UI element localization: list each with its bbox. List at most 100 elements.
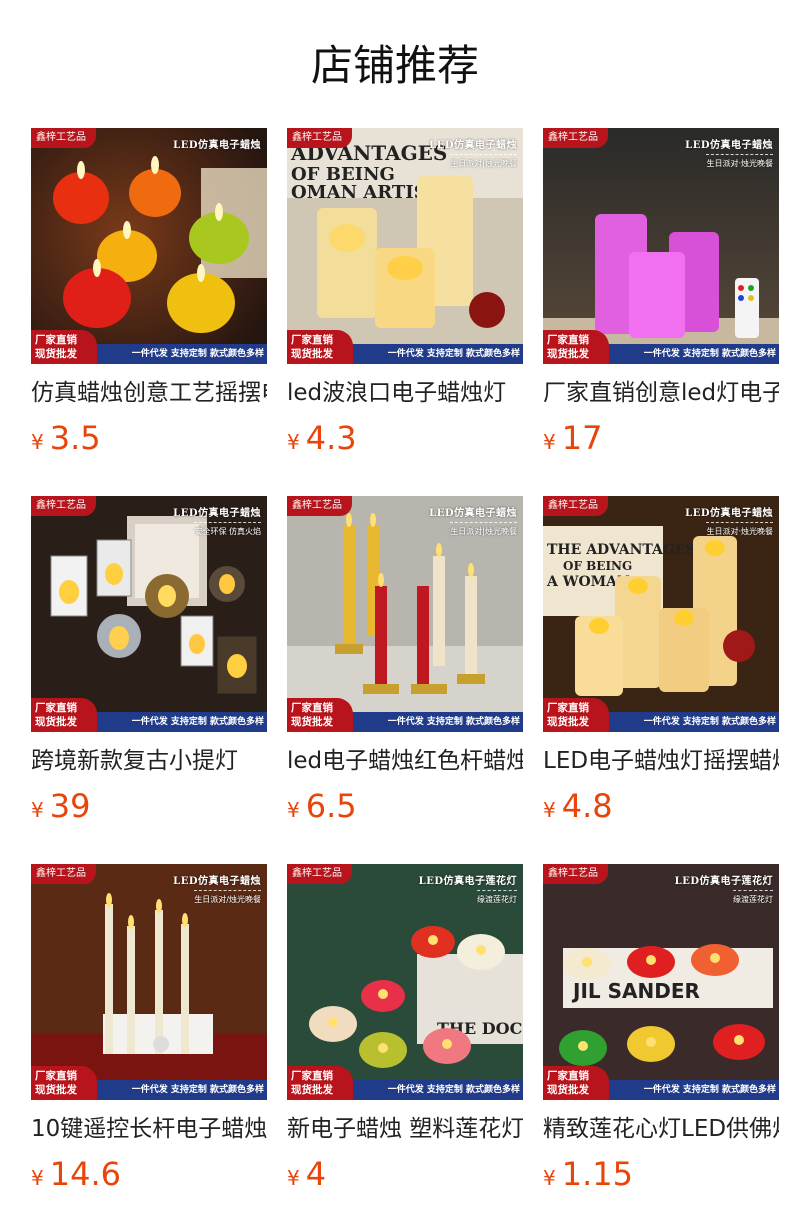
- currency-symbol: ¥: [287, 430, 300, 454]
- currency-symbol: ¥: [543, 1166, 556, 1190]
- image-banner-title: LED仿真电子莲花灯: [418, 876, 517, 887]
- product-name[interactable]: 精致莲花心灯LED供佛灯: [543, 1114, 779, 1144]
- price-value: 4: [305, 1155, 327, 1193]
- currency-symbol: ¥: [287, 1166, 300, 1190]
- svg-text:JIL SANDER: JIL SANDER: [571, 979, 700, 1003]
- image-banner-title: LED仿真电子蜡烛: [685, 508, 773, 519]
- footer-left-line1: 厂家直销: [291, 702, 333, 714]
- footer-left-line2: 现货批发: [35, 716, 77, 728]
- footer-right-banner: 一件代发 支持定制 款式颜色多样: [599, 1080, 779, 1100]
- product-image[interactable]: 鑫梓工艺品 LED仿真电子蜡烛 生日派对|烛光晚餐 厂家直销 现货批发 一件代发 …: [287, 496, 523, 732]
- product-card[interactable]: THE DOC 鑫梓工艺品 LED仿真电子莲花灯 缘渡莲花灯 厂家直销 现货批发 …: [287, 864, 523, 1194]
- product-image[interactable]: THE ADVANTAGES OF BEING A WOMAN 鑫梓工艺品 LE…: [543, 496, 779, 732]
- product-name[interactable]: LED电子蜡烛灯摇摆蜡烛: [543, 746, 779, 776]
- image-banner-subtitle: 生日派对|烛光晚餐: [450, 522, 517, 537]
- image-banner-title: LED仿真电子蜡烛: [429, 140, 517, 151]
- image-banner-subtitle: 安全环保 仿真火焰: [194, 522, 261, 537]
- footer-left-line2: 现货批发: [291, 1084, 333, 1096]
- footer-left-line2: 现货批发: [35, 348, 77, 360]
- shop-badge: 鑫梓工艺品: [31, 128, 96, 148]
- product-price: ¥4.8: [543, 786, 613, 826]
- shop-badge: 鑫梓工艺品: [287, 128, 352, 148]
- footer-left-line2: 现货批发: [35, 1084, 77, 1096]
- footer-right-banner: 一件代发 支持定制 款式颜色多样: [87, 344, 267, 364]
- product-name[interactable]: 10键遥控长杆电子蜡烛: [31, 1114, 267, 1144]
- product-name[interactable]: 跨境新款复古小提灯: [31, 746, 267, 776]
- footer-left-line2: 现货批发: [547, 348, 589, 360]
- page-title: 店铺推荐: [310, 41, 479, 90]
- footer-right-banner: 一件代发 支持定制 款式颜色多样: [343, 1080, 523, 1100]
- footer-left-line1: 厂家直销: [547, 702, 589, 714]
- shop-badge: 鑫梓工艺品: [543, 496, 608, 516]
- footer-left-line1: 厂家直销: [35, 1070, 77, 1082]
- product-name[interactable]: led电子蜡烛红色杆蜡烛: [287, 746, 523, 776]
- product-price: ¥1.15: [543, 1154, 633, 1194]
- footer-left-badge: 厂家直销 现货批发: [543, 1066, 609, 1100]
- shop-badge: 鑫梓工艺品: [543, 864, 608, 884]
- product-price: ¥14.6: [31, 1154, 121, 1194]
- price-value: 39: [49, 787, 91, 825]
- footer-right-banner: 一件代发 支持定制 款式颜色多样: [599, 712, 779, 732]
- currency-symbol: ¥: [543, 798, 556, 822]
- footer-right-banner: 一件代发 支持定制 款式颜色多样: [87, 712, 267, 732]
- product-image[interactable]: ADVANTAGES OF BEING OMAN ARTIST 鑫梓工艺品 LE…: [287, 128, 523, 364]
- product-image[interactable]: 鑫梓工艺品 LED仿真电子蜡烛 厂家直销现货批发 一件代发 支持定制 款式颜色多…: [31, 128, 267, 364]
- shop-badge: 鑫梓工艺品: [31, 496, 96, 516]
- image-banner-title: LED仿真电子蜡烛: [173, 876, 261, 887]
- footer-right-banner: 一件代发 支持定制 款式颜色多样: [87, 1080, 267, 1100]
- price-value: 1.15: [561, 1155, 633, 1193]
- product-card[interactable]: THE ADVANTAGES OF BEING A WOMAN 鑫梓工艺品 LE…: [543, 496, 779, 826]
- currency-symbol: ¥: [31, 430, 44, 454]
- image-footer: 厂家直销现货批发 一件代发 支持定制 款式颜色多样: [287, 1066, 523, 1100]
- product-card[interactable]: JIL SANDER 鑫梓工艺品 LED仿真电子莲花灯 缘渡莲花灯 厂家直销 现货…: [543, 864, 779, 1194]
- footer-left-line1: 厂家直销: [291, 334, 333, 346]
- footer-left-badge: 厂家直销 现货批发: [287, 698, 353, 732]
- footer-left-line2: 现货批发: [291, 348, 333, 360]
- image-banner-title: LED仿真电子蜡烛: [173, 508, 261, 519]
- currency-symbol: ¥: [31, 1166, 44, 1190]
- footer-left-line1: 厂家直销: [291, 1070, 333, 1082]
- image-footer: 厂家直销现货批发 一件代发 支持定制 款式颜色多样: [287, 330, 523, 364]
- product-name[interactable]: 仿真蜡烛创意工艺摇摆电子蜡烛: [31, 378, 267, 408]
- product-card[interactable]: 鑫梓工艺品 LED仿真电子蜡烛 厂家直销现货批发 一件代发 支持定制 款式颜色多…: [31, 128, 267, 458]
- image-banner-title: LED仿真电子蜡烛: [173, 140, 261, 151]
- currency-symbol: ¥: [287, 798, 300, 822]
- shop-badge: 鑫梓工艺品: [287, 496, 352, 516]
- product-image[interactable]: JIL SANDER 鑫梓工艺品 LED仿真电子莲花灯 缘渡莲花灯 厂家直销 现货…: [543, 864, 779, 1100]
- product-image[interactable]: 鑫梓工艺品 LED仿真电子蜡烛 生日派对·烛光晚餐 厂家直销 现货批发 一件代发 …: [543, 128, 779, 364]
- footer-left-line1: 厂家直销: [35, 702, 77, 714]
- shop-badge: 鑫梓工艺品: [287, 864, 352, 884]
- footer-left-line1: 厂家直销: [35, 334, 77, 346]
- footer-right-banner: 一件代发 支持定制 款式颜色多样: [343, 712, 523, 732]
- product-price: ¥4.3: [287, 418, 357, 458]
- product-image[interactable]: THE DOC 鑫梓工艺品 LED仿真电子莲花灯 缘渡莲花灯 厂家直销 现货批发 …: [287, 864, 523, 1100]
- product-card[interactable]: 鑫梓工艺品 LED仿真电子蜡烛 安全环保 仿真火焰 厂家直销现货批发 一件代发 …: [31, 496, 267, 826]
- image-banner-title: LED仿真电子蜡烛: [429, 508, 517, 519]
- product-image[interactable]: 鑫梓工艺品 LED仿真电子蜡烛 生日派对/烛光晚餐 厂家直销现货批发 一件代发 …: [31, 864, 267, 1100]
- price-value: 4.8: [561, 787, 613, 825]
- product-card[interactable]: 鑫梓工艺品 LED仿真电子蜡烛 生日派对|烛光晚餐 厂家直销 现货批发 一件代发 …: [287, 496, 523, 826]
- product-card[interactable]: ADVANTAGES OF BEING OMAN ARTIST 鑫梓工艺品 LE…: [287, 128, 523, 458]
- currency-symbol: ¥: [31, 798, 44, 822]
- product-price: ¥3.5: [31, 418, 101, 458]
- image-banner-subtitle: 生日派对·烛光晚餐: [706, 522, 773, 537]
- footer-left-badge: 厂家直销 现货批发: [31, 330, 97, 364]
- product-name[interactable]: led波浪口电子蜡烛灯: [287, 378, 523, 408]
- shop-badge: 鑫梓工艺品: [31, 864, 96, 884]
- product-name[interactable]: 新电子蜡烛 塑料莲花灯: [287, 1114, 523, 1144]
- image-banner-subtitle: 生日派对/烛光晚餐: [194, 890, 261, 905]
- product-card[interactable]: 鑫梓工艺品 LED仿真电子蜡烛 生日派对·烛光晚餐 厂家直销 现货批发 一件代发 …: [543, 128, 779, 458]
- footer-left-badge: 厂家直销 现货批发: [31, 1066, 97, 1100]
- price-value: 3.5: [49, 419, 101, 457]
- product-name[interactable]: 厂家直销创意led灯电子蜡烛: [543, 378, 779, 408]
- price-value: 4.3: [305, 419, 357, 457]
- product-image[interactable]: 鑫梓工艺品 LED仿真电子蜡烛 安全环保 仿真火焰 厂家直销现货批发 一件代发 …: [31, 496, 267, 732]
- price-value: 17: [561, 419, 603, 457]
- image-footer: 厂家直销现货批发 一件代发 支持定制 款式颜色多样: [31, 1066, 267, 1100]
- svg-text:OF BEING: OF BEING: [563, 559, 632, 573]
- footer-left-line2: 现货批发: [547, 1084, 589, 1096]
- footer-left-line2: 现货批发: [547, 716, 589, 728]
- product-card[interactable]: 鑫梓工艺品 LED仿真电子蜡烛 生日派对/烛光晚餐 厂家直销现货批发 一件代发 …: [31, 864, 267, 1194]
- footer-right-banner: 一件代发 支持定制 款式颜色多样: [343, 344, 523, 364]
- footer-left-badge: 厂家直销 现货批发: [287, 330, 353, 364]
